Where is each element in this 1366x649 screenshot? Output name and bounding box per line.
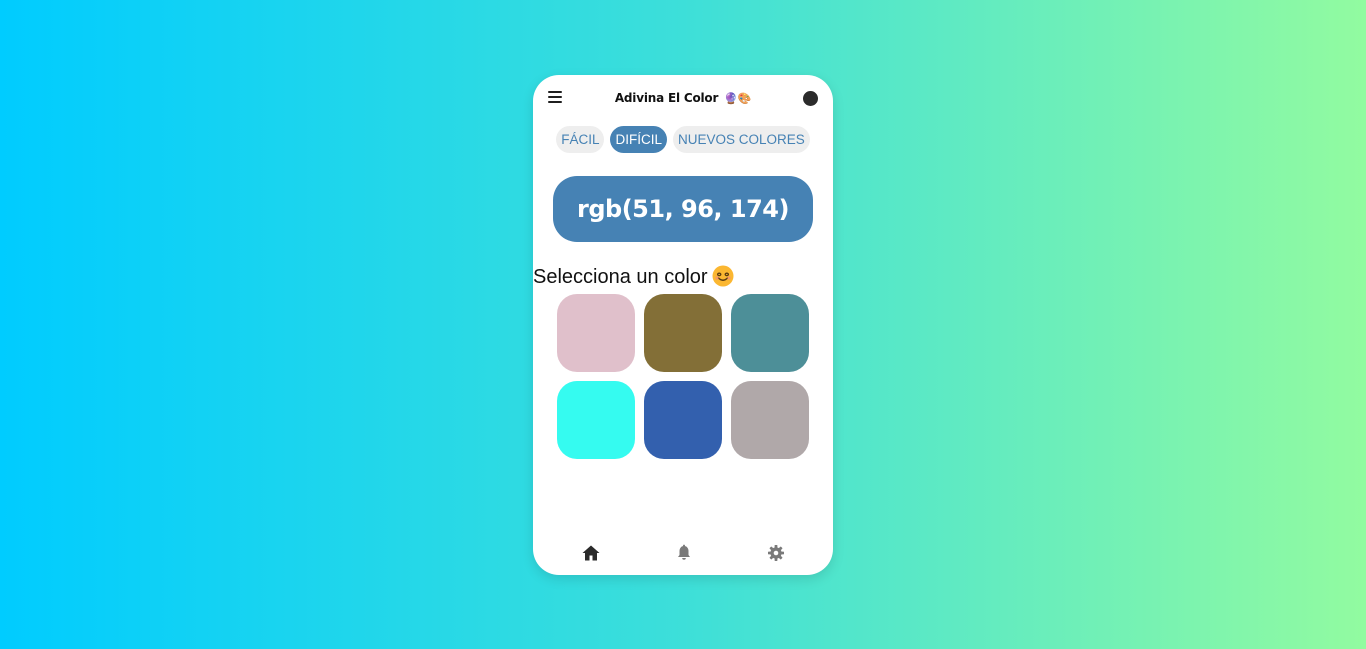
color-swatch[interactable] [731,294,809,372]
color-swatch[interactable] [557,294,635,372]
new-colors-button[interactable]: NUEVOS COLORES [673,126,810,153]
app-title: Adivina El Color 🔮🎨 [583,91,783,105]
hamburger-menu-icon[interactable] [548,91,562,103]
difficulty-tabs: FÁCIL DIFÍCIL NUEVOS COLORES [533,126,833,153]
top-bar: Adivina El Color 🔮🎨 [533,75,833,123]
app-title-text: Adivina El Color [614,91,719,105]
select-color-prompt: Selecciona un color [533,263,734,287]
prompt-text: Selecciona un color [533,266,708,287]
color-swatch[interactable] [557,381,635,459]
crystal-ball-palette-icon: 🔮🎨 [724,92,752,105]
app-card: Adivina El Color 🔮🎨 FÁCIL DIFÍCIL NUEVOS C… [533,75,833,575]
tab-easy[interactable]: FÁCIL [556,126,605,153]
home-icon[interactable] [581,543,601,563]
color-swatch[interactable] [731,381,809,459]
tab-hard[interactable]: DIFÍCIL [610,126,667,153]
bottom-navigation [533,533,833,575]
color-swatch[interactable] [644,381,722,459]
gear-icon[interactable] [766,543,786,563]
dark-mode-toggle[interactable] [803,91,818,106]
color-swatch[interactable] [644,294,722,372]
target-color-display: rgb(51, 96, 174) [553,176,813,242]
bell-icon[interactable] [674,543,694,563]
smiling-face-icon [712,265,734,287]
